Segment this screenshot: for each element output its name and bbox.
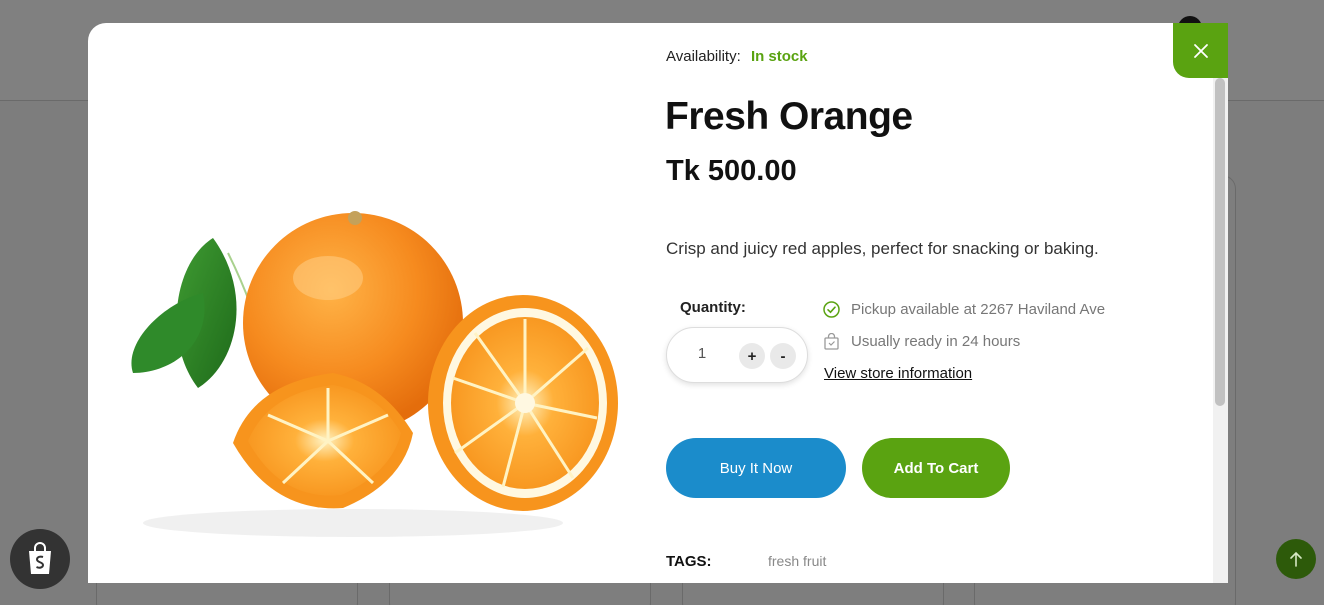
shopify-badge-button[interactable] <box>10 529 70 589</box>
buy-it-now-button[interactable]: Buy It Now <box>666 438 846 498</box>
pickup-available-row: Pickup available at 2267 Haviland Ave <box>823 301 1105 318</box>
quantity-label: Quantity: <box>680 299 746 316</box>
product-image <box>103 43 636 583</box>
availability-label: Availability: <box>666 48 741 65</box>
availability: Availability: In stock <box>666 48 808 65</box>
orange-fruit-image <box>103 43 636 583</box>
quantity-decrement-button[interactable]: - <box>770 343 796 369</box>
view-store-information-link[interactable]: View store information <box>824 365 972 382</box>
product-price: Tk 500.00 <box>666 155 797 187</box>
close-modal-button[interactable] <box>1173 23 1228 78</box>
shopify-bag-icon <box>29 542 51 574</box>
quantity-increment-button[interactable]: + <box>739 343 765 369</box>
pickup-available-text: Pickup available at 2267 Haviland Ave <box>851 301 1106 318</box>
tags-label: TAGS: <box>666 553 712 570</box>
shopping-bag-icon <box>824 333 839 350</box>
product-title: Fresh Orange <box>665 95 913 138</box>
check-circle-icon <box>823 301 840 318</box>
product-description: Crisp and juicy red apples, perfect for … <box>666 239 1099 258</box>
modal-scrollbar-thumb[interactable] <box>1215 78 1225 406</box>
tag-link[interactable]: fresh fruit <box>768 553 826 569</box>
quick-view-modal: Availability: In stock Fresh Orange Tk 5… <box>88 23 1228 583</box>
pickup-ready-row: Usually ready in 24 hours <box>823 333 1020 350</box>
add-to-cart-button[interactable]: Add To Cart <box>862 438 1010 498</box>
pickup-ready-text: Usually ready in 24 hours <box>851 333 1021 350</box>
close-icon <box>1193 43 1208 58</box>
quantity-input[interactable]: 1 <box>687 345 717 362</box>
arrow-up-icon <box>1290 551 1302 567</box>
quantity-stepper: 1 + - <box>666 327 808 383</box>
scroll-to-top-button[interactable] <box>1276 539 1316 579</box>
stock-status: In stock <box>750 48 808 65</box>
